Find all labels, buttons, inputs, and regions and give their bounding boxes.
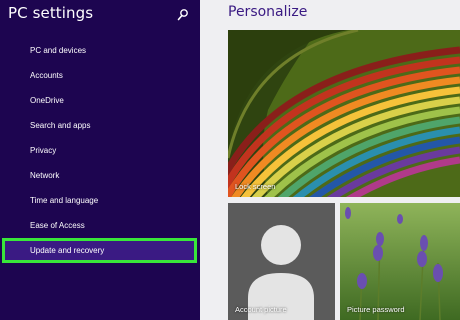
sidebar-item-update-and-recovery[interactable]: Update and recovery [2, 238, 197, 263]
sidebar-item-pc-and-devices[interactable]: PC and devices [0, 38, 200, 63]
sidebar-item-label: Network [30, 171, 60, 180]
sidebar-title: PC settings [8, 4, 94, 22]
sidebar-item-privacy[interactable]: Privacy [0, 138, 200, 163]
search-icon[interactable] [177, 8, 189, 22]
sidebar-item-label: Update and recovery [30, 246, 105, 255]
picture-password-tile[interactable]: Picture password [340, 203, 460, 320]
sidebar-item-accounts[interactable]: Accounts [0, 63, 200, 88]
lock-screen-label: Lock screen [235, 182, 276, 191]
sidebar-item-label: PC and devices [30, 46, 87, 55]
account-picture-label: Account picture [235, 305, 287, 314]
sidebar-item-label: Accounts [30, 71, 63, 80]
sidebar-item-label: Search and apps [30, 121, 91, 130]
sidebar-item-label: OneDrive [30, 96, 64, 105]
lock-screen-image [228, 30, 460, 197]
sidebar-item-time-and-language[interactable]: Time and language [0, 188, 200, 213]
user-icon [228, 203, 335, 320]
sidebar-item-ease-of-access[interactable]: Ease of Access [0, 213, 200, 238]
sidebar-item-search-and-apps[interactable]: Search and apps [0, 113, 200, 138]
page-title: Personalize [228, 4, 308, 20]
picture-password-label: Picture password [347, 305, 405, 314]
sidebar-item-label: Ease of Access [30, 221, 85, 230]
account-picture-tile[interactable]: Account picture [228, 203, 335, 320]
sidebar-nav: PC and devices Accounts OneDrive Search … [0, 38, 200, 263]
lavender-image [340, 203, 460, 320]
lock-screen-tile[interactable]: Lock screen [228, 30, 460, 197]
sidebar-item-label: Time and language [30, 196, 99, 205]
sidebar-item-onedrive[interactable]: OneDrive [0, 88, 200, 113]
sidebar-item-label: Privacy [30, 146, 57, 155]
sidebar-item-network[interactable]: Network [0, 163, 200, 188]
sidebar: PC settings PC and devices Accounts OneD… [0, 0, 200, 320]
